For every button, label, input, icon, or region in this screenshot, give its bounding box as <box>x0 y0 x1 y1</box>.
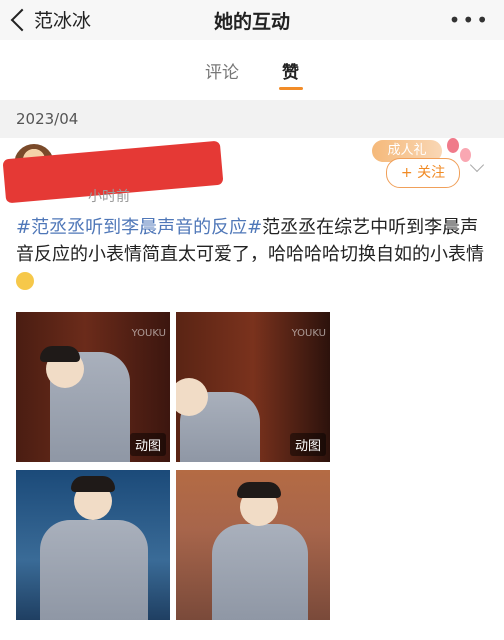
tab-comments[interactable]: 评论 <box>205 58 239 83</box>
post-image-2[interactable]: YOUKU 动图 <box>176 312 330 462</box>
person-hair <box>40 346 80 362</box>
post-image-4[interactable] <box>176 470 330 620</box>
post-time: 小时前 <box>88 189 130 205</box>
person-hair <box>237 482 281 498</box>
post-text: #范丞丞听到李晨声音的反应#范丞丞在综艺中听到李晨声音反应的小表情简直太可爱了，… <box>16 214 494 295</box>
follow-button[interactable]: + 关注 <box>386 158 460 188</box>
balloon-icon <box>447 138 459 153</box>
date-header: 2023/04 <box>0 100 504 138</box>
gif-badge: 动图 <box>129 433 166 456</box>
chevron-down-icon[interactable] <box>469 157 485 173</box>
hashtag-link[interactable]: #范丞丞听到李晨声音的反应# <box>16 217 262 238</box>
tab-likes[interactable]: 赞 <box>282 58 299 83</box>
watermark: YOUKU <box>131 328 166 339</box>
tab-bar: 评论 赞 <box>0 40 504 94</box>
post-image-1[interactable]: YOUKU 动图 <box>16 312 170 462</box>
scream-emoji-icon <box>16 272 34 290</box>
date-label: 2023/04 <box>16 110 79 128</box>
post-card: 小时前 成人礼 + 关注 #范丞丞听到李晨声音的反应#范丞丞在综艺中听到李晨声音… <box>0 138 504 640</box>
balloon-icon <box>460 148 471 162</box>
more-options-icon[interactable]: ••• <box>449 8 490 32</box>
person-hair <box>71 476 115 492</box>
page-title: 她的互动 <box>213 11 290 33</box>
gif-badge: 动图 <box>289 433 326 456</box>
active-tab-indicator <box>279 87 303 90</box>
post-image-3[interactable] <box>16 470 170 620</box>
person-figure <box>212 524 308 620</box>
watermark: YOUKU <box>291 328 326 339</box>
person-figure <box>40 520 148 620</box>
nav-bar: 范冰冰 她的互动 ••• <box>0 0 504 40</box>
